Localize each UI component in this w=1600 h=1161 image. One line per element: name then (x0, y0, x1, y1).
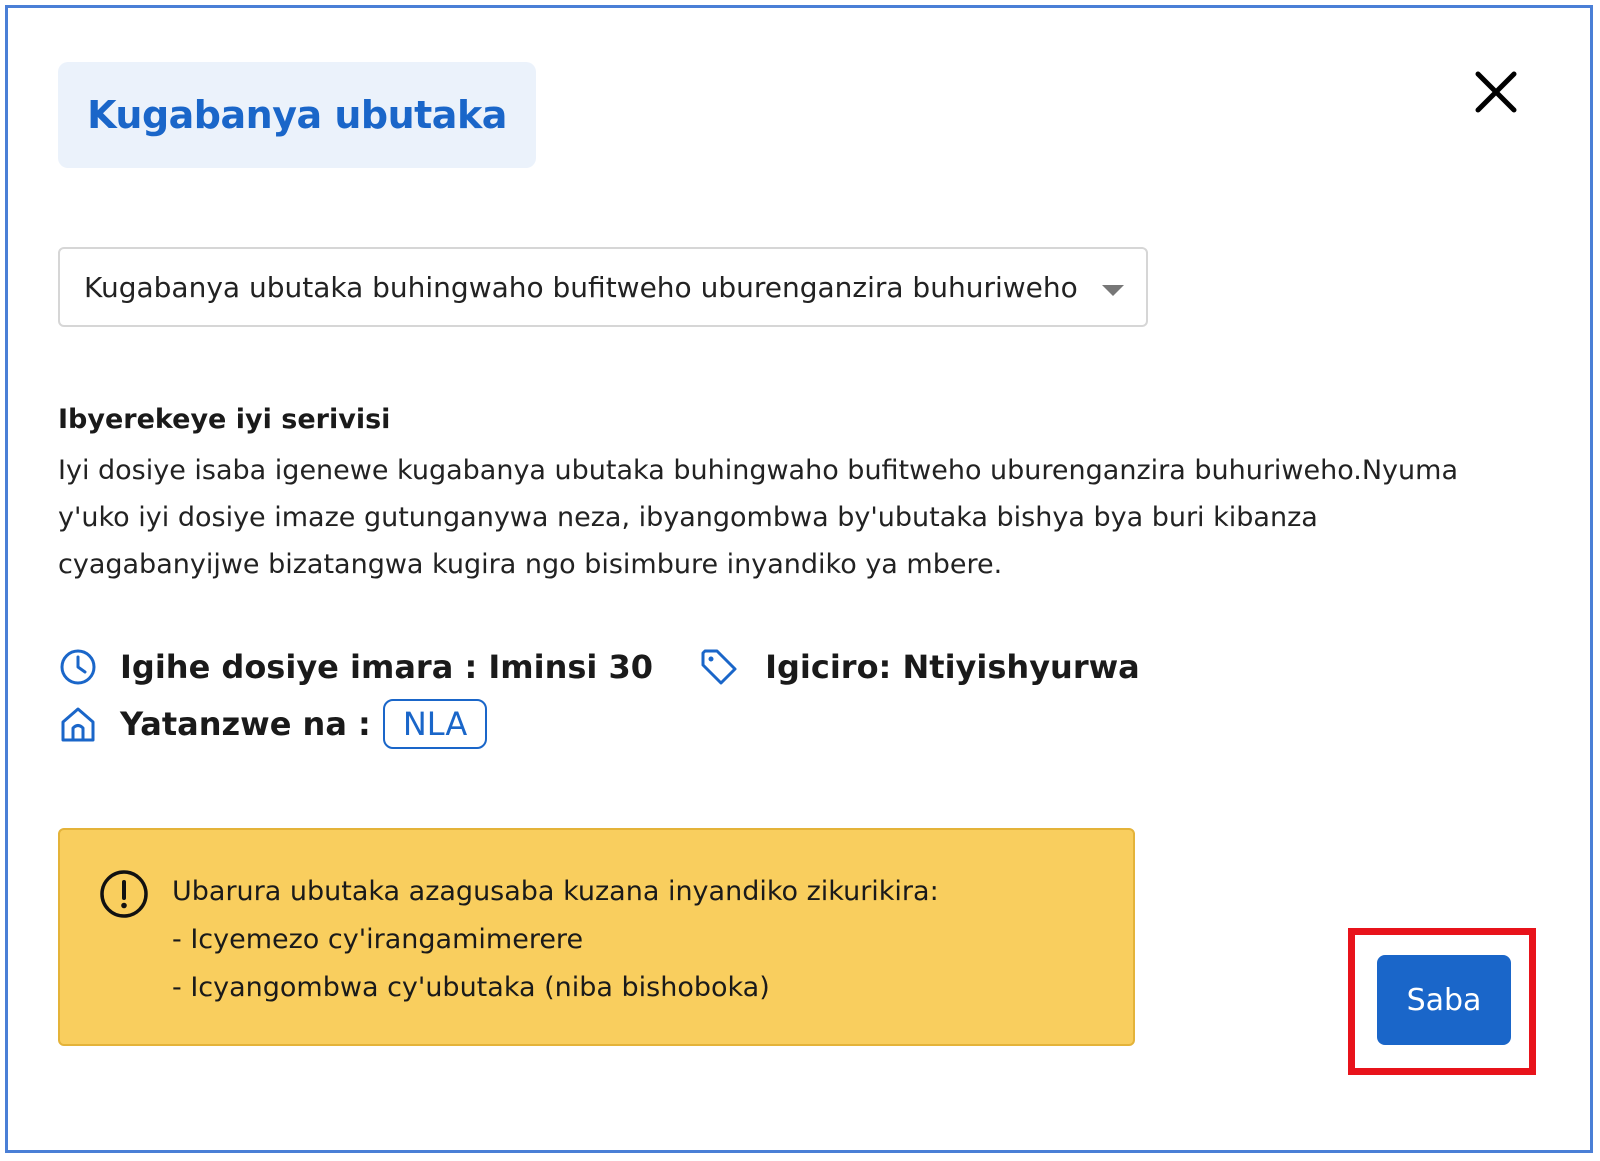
chevron-down-icon (1102, 285, 1124, 296)
requirements-notice: Ubarura ubutaka azagusaba kuzana inyandi… (58, 828, 1135, 1046)
about-text: Iyi dosiye isaba igenewe kugabanya ubuta… (58, 455, 1458, 580)
notice-line: - Icyangombwa cy'ubutaka (niba bishoboka… (172, 972, 770, 1003)
dialog-title-chip: Kugabanya ubutaka (58, 62, 536, 168)
about-heading: Ibyerekeye iyi serivisi (58, 404, 391, 435)
close-button[interactable] (1470, 66, 1522, 118)
duration-text: Igihe dosiye imara : Iminsi 30 (120, 648, 654, 686)
close-icon[interactable] (1470, 66, 1522, 118)
alert-circle-icon (98, 868, 150, 920)
provider-badge: NLA (382, 699, 488, 749)
notice-line: - Icyemezo cy'irangamimerere (172, 924, 584, 955)
meta-row-duration-price: Igihe dosiye imara : Iminsi 30 Igiciro: … (58, 647, 1140, 687)
service-select[interactable]: Kugabanya ubutaka buhingwaho bufitweho u… (58, 247, 1148, 327)
notice-line: Ubarura ubutaka azagusaba kuzana inyandi… (172, 876, 939, 907)
home-icon (58, 704, 98, 744)
submit-button[interactable]: Saba (1377, 955, 1511, 1045)
price-text: Igiciro: Ntiyishyurwa (765, 648, 1140, 686)
service-select-value: Kugabanya ubutaka buhingwaho bufitweho u… (84, 270, 1078, 304)
provider-label: Yatanzwe na : (120, 705, 371, 743)
price-tag-icon (699, 647, 739, 687)
notice-lines: Ubarura ubutaka azagusaba kuzana inyandi… (172, 868, 939, 1012)
clock-icon (58, 647, 98, 687)
dialog-title: Kugabanya ubutaka (87, 93, 507, 137)
meta-row-provider: Yatanzwe na : NLA (58, 699, 488, 749)
